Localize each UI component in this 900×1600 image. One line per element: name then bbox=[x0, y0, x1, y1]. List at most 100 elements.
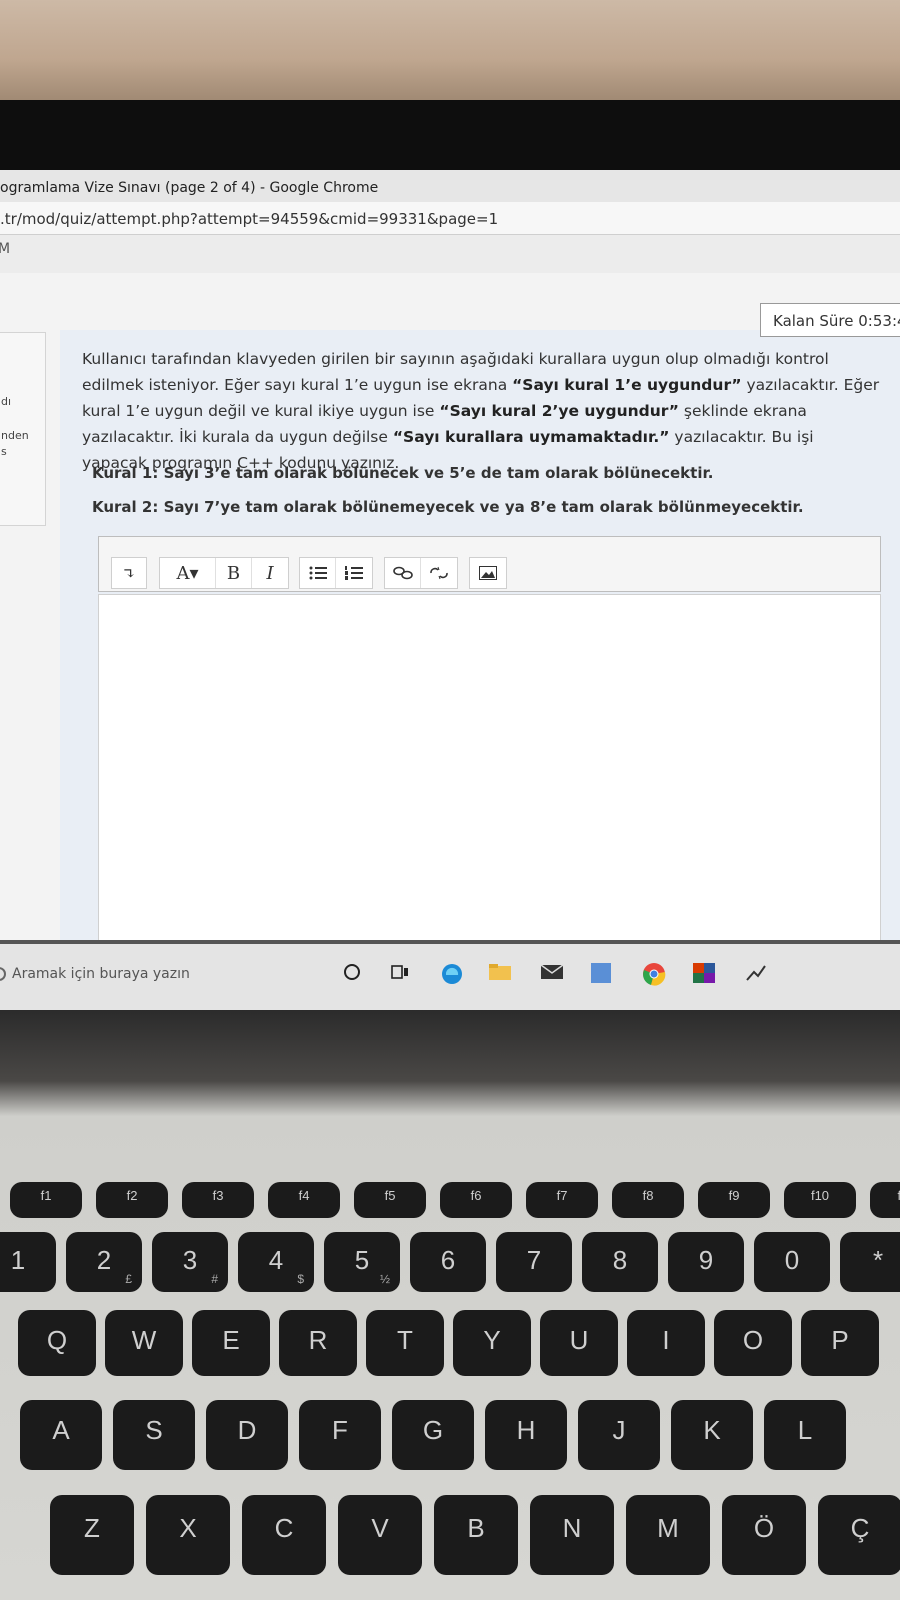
key-m[interactable]: M bbox=[626, 1495, 710, 1575]
key-label: A bbox=[52, 1415, 70, 1446]
task-view-icon[interactable] bbox=[390, 962, 416, 988]
laptop-screen: ogramlama Vize Sınavı (page 2 of 4) - Go… bbox=[0, 170, 900, 1010]
address-bar[interactable]: .tr/mod/quiz/attempt.php?attempt=94559&c… bbox=[0, 202, 900, 235]
key-label: f6 bbox=[470, 1188, 482, 1204]
key-5[interactable]: 5½ bbox=[324, 1232, 400, 1292]
fkey-f3[interactable]: f3 bbox=[182, 1182, 254, 1218]
key-7[interactable]: 7 bbox=[496, 1232, 572, 1292]
answer-textarea[interactable] bbox=[98, 594, 881, 954]
bold-button[interactable]: B bbox=[216, 558, 252, 588]
chrome-icon[interactable] bbox=[642, 962, 668, 988]
key-n[interactable]: N bbox=[530, 1495, 614, 1575]
key-f[interactable]: F bbox=[299, 1400, 381, 1470]
taskbar-search-box[interactable]: Aramak için buraya yazın bbox=[0, 966, 190, 982]
key-b[interactable]: B bbox=[434, 1495, 518, 1575]
key-label: f9 bbox=[728, 1188, 740, 1204]
output-string-2: “Sayı kural 2’ye uygundur” bbox=[439, 402, 679, 420]
windows-taskbar: Aramak için buraya yazın bbox=[0, 940, 900, 1010]
fkey-f11[interactable]: f11 bbox=[870, 1182, 900, 1218]
key-label: f1 bbox=[40, 1188, 52, 1204]
key-6[interactable]: 6 bbox=[410, 1232, 486, 1292]
nav-text-2: nden bbox=[1, 429, 29, 442]
key-q[interactable]: Q bbox=[18, 1310, 96, 1376]
key-t[interactable]: T bbox=[366, 1310, 444, 1376]
fkey-f6[interactable]: f6 bbox=[440, 1182, 512, 1218]
key-k[interactable]: K bbox=[671, 1400, 753, 1470]
insert-image-button[interactable] bbox=[470, 558, 506, 588]
rule-1: Kural 1: Sayı 3’e tam olarak bölünecek v… bbox=[92, 464, 714, 482]
key-v[interactable]: V bbox=[338, 1495, 422, 1575]
key-p[interactable]: P bbox=[801, 1310, 879, 1376]
key-d[interactable]: D bbox=[206, 1400, 288, 1470]
key-i[interactable]: I bbox=[627, 1310, 705, 1376]
fkey-f8[interactable]: f8 bbox=[612, 1182, 684, 1218]
key-label: * bbox=[872, 1245, 884, 1276]
key-label: S bbox=[145, 1415, 163, 1446]
key-h[interactable]: H bbox=[485, 1400, 567, 1470]
key-0[interactable]: 0 bbox=[754, 1232, 830, 1292]
key-o[interactable]: O bbox=[714, 1310, 792, 1376]
key-1[interactable]: 1 bbox=[0, 1232, 56, 1292]
browser-toolbar: M bbox=[0, 235, 900, 273]
toolbar-group-lists bbox=[299, 557, 373, 589]
key-w[interactable]: W bbox=[105, 1310, 183, 1376]
italic-button[interactable]: I bbox=[252, 558, 288, 588]
key-4[interactable]: 4 $ bbox=[238, 1232, 314, 1292]
key-2[interactable]: 2 £ bbox=[66, 1232, 142, 1292]
fkey-f9[interactable]: f9 bbox=[698, 1182, 770, 1218]
key-j[interactable]: J bbox=[578, 1400, 660, 1470]
key-ç[interactable]: Ç bbox=[818, 1495, 900, 1575]
unlink-button[interactable] bbox=[421, 558, 457, 588]
key-9[interactable]: 9 bbox=[668, 1232, 744, 1292]
ordered-list-icon bbox=[345, 566, 363, 580]
app-icon[interactable] bbox=[590, 962, 616, 988]
key-sublabel: $ bbox=[297, 1272, 304, 1286]
key-c[interactable]: C bbox=[242, 1495, 326, 1575]
toolbar-group-expand: ↴ bbox=[111, 557, 147, 589]
key-label: f2 bbox=[126, 1188, 138, 1204]
key-8[interactable]: 8 bbox=[582, 1232, 658, 1292]
key-r[interactable]: R bbox=[279, 1310, 357, 1376]
key-label: Q bbox=[46, 1324, 68, 1355]
window-title: ogramlama Vize Sınavı (page 2 of 4) - Go… bbox=[0, 170, 900, 202]
cortana-icon[interactable] bbox=[342, 962, 368, 988]
ordered-list-button[interactable] bbox=[336, 558, 372, 588]
other-app-icon[interactable] bbox=[744, 962, 770, 988]
key-s[interactable]: S bbox=[113, 1400, 195, 1470]
editor-toolbar: ↴ A▾ B I bbox=[98, 536, 881, 592]
fkey-f2[interactable]: f2 bbox=[96, 1182, 168, 1218]
unordered-list-button[interactable] bbox=[300, 558, 336, 588]
key-z[interactable]: Z bbox=[50, 1495, 134, 1575]
fkey-f7[interactable]: f7 bbox=[526, 1182, 598, 1218]
edge-icon[interactable] bbox=[440, 962, 466, 988]
search-icon bbox=[0, 967, 6, 981]
key-g[interactable]: G bbox=[392, 1400, 474, 1470]
key-y[interactable]: Y bbox=[453, 1310, 531, 1376]
key-sublabel: # bbox=[211, 1272, 218, 1286]
key-ö[interactable]: Ö bbox=[722, 1495, 806, 1575]
mail-icon[interactable] bbox=[540, 962, 566, 988]
fkey-f4[interactable]: f4 bbox=[268, 1182, 340, 1218]
key-3[interactable]: 3 # bbox=[152, 1232, 228, 1292]
fkey-f5[interactable]: f5 bbox=[354, 1182, 426, 1218]
key-label: X bbox=[179, 1512, 197, 1543]
font-style-button[interactable]: A▾ bbox=[160, 558, 216, 588]
key-*[interactable]: * bbox=[840, 1232, 900, 1292]
link-button[interactable] bbox=[385, 558, 421, 588]
key-l[interactable]: L bbox=[764, 1400, 846, 1470]
expand-toolbar-button[interactable]: ↴ bbox=[112, 558, 146, 588]
fkey-f10[interactable]: f10 bbox=[784, 1182, 856, 1218]
key-a[interactable]: A bbox=[20, 1400, 102, 1470]
key-label: M bbox=[657, 1512, 679, 1543]
key-label: U bbox=[569, 1324, 589, 1355]
image-icon bbox=[479, 566, 497, 580]
key-label: 9 bbox=[698, 1245, 714, 1276]
key-e[interactable]: E bbox=[192, 1310, 270, 1376]
file-explorer-icon[interactable] bbox=[488, 962, 514, 988]
key-label: f11 bbox=[897, 1188, 900, 1204]
fkey-f1[interactable]: f1 bbox=[10, 1182, 82, 1218]
office-icon[interactable] bbox=[692, 962, 718, 988]
key-label: f7 bbox=[556, 1188, 568, 1204]
key-x[interactable]: X bbox=[146, 1495, 230, 1575]
key-u[interactable]: U bbox=[540, 1310, 618, 1376]
